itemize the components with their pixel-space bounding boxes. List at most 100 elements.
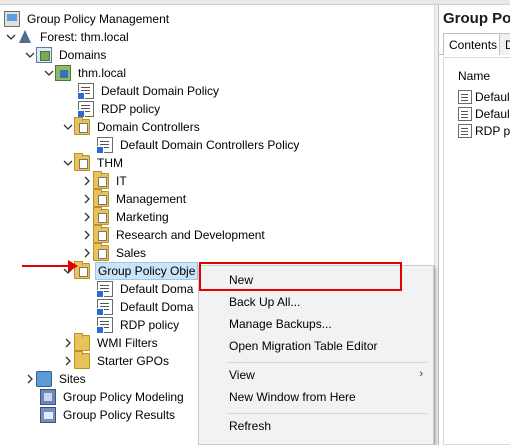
chevron-right-icon[interactable] xyxy=(81,244,93,262)
results-icon xyxy=(40,407,56,423)
menu-item-label: New xyxy=(229,273,254,287)
menu-item-refresh[interactable]: Refresh xyxy=(199,415,433,437)
tree-node-gpo[interactable]: Default Doma xyxy=(96,298,195,316)
tree-label: Default Doma xyxy=(120,282,194,296)
gpo-icon xyxy=(458,107,472,121)
gpo-icon xyxy=(458,124,472,138)
menu-item-view[interactable]: View › xyxy=(199,364,433,386)
column-header-name[interactable]: Name xyxy=(458,69,490,83)
domains-icon xyxy=(36,47,52,63)
menu-separator xyxy=(227,413,427,414)
tree-label: Default Domain Policy xyxy=(101,84,220,98)
tree-label: Forest: thm.local xyxy=(40,30,129,44)
tree-node-starter-gpos[interactable]: Starter GPOs xyxy=(62,351,171,370)
menu-item-backup-all[interactable]: Back Up All... xyxy=(199,291,433,313)
ou-folder-icon xyxy=(93,189,109,207)
ou-folder-icon xyxy=(93,243,109,261)
gpo-link-icon xyxy=(77,101,94,118)
ou-folder-icon xyxy=(93,207,109,225)
list-item[interactable]: Default xyxy=(458,88,510,106)
menu-item-manage-backups[interactable]: Manage Backups... xyxy=(199,313,433,335)
details-title: Group Polic xyxy=(443,10,510,27)
tree-node-wmi-filters[interactable]: WMI Filters xyxy=(62,333,160,352)
chevron-down-icon[interactable] xyxy=(62,118,74,136)
red-arrow-icon xyxy=(22,260,78,272)
menu-item-migration-editor[interactable]: Open Migration Table Editor xyxy=(199,335,433,357)
list-item[interactable]: Default xyxy=(458,105,510,123)
tree-label: Marketing xyxy=(116,210,169,224)
tree-node-domain-controllers[interactable]: Domain Controllers xyxy=(62,117,202,136)
tree-node-gpo-link[interactable]: Default Domain Policy xyxy=(77,82,221,100)
wmi-folder-icon xyxy=(74,333,90,351)
tree-node-gp-modeling[interactable]: Group Policy Modeling xyxy=(40,388,186,406)
tree-label: Domain Controllers xyxy=(97,120,200,134)
ou-folder-icon xyxy=(93,171,109,189)
chevron-down-icon[interactable] xyxy=(5,28,17,46)
details-tabs: Contents D xyxy=(439,33,510,55)
tab-delegation[interactable]: D xyxy=(499,33,510,55)
chevron-right-icon[interactable] xyxy=(81,172,93,190)
menu-item-label: New Window from Here xyxy=(229,390,356,404)
tree-node-gp-results[interactable]: Group Policy Results xyxy=(40,406,177,424)
tree-node-gpm-root[interactable]: Group Policy Management xyxy=(4,10,171,28)
chevron-right-icon[interactable] xyxy=(81,208,93,226)
context-menu: New Back Up All... Manage Backups... Ope… xyxy=(198,265,434,445)
menu-item-label: Open Migration Table Editor xyxy=(229,339,378,353)
tree-node-gpo[interactable]: Default Doma xyxy=(96,280,195,298)
tree-label: RDP policy xyxy=(101,102,161,116)
tree-node-ou[interactable]: Sales xyxy=(81,243,148,262)
tree-node-thm[interactable]: THM xyxy=(62,153,125,172)
tree-node-gpo[interactable]: RDP policy xyxy=(96,316,181,334)
contents-list[interactable]: Name Default Default RDP polic xyxy=(443,57,510,445)
list-item-label: Default xyxy=(475,90,510,104)
chevron-down-icon[interactable] xyxy=(62,154,74,172)
chevron-right-icon[interactable] xyxy=(62,334,74,352)
list-item-label: Default xyxy=(475,107,510,121)
menu-item-label: Manage Backups... xyxy=(229,317,332,331)
chevron-right-icon[interactable] xyxy=(81,226,93,244)
forest-icon xyxy=(17,29,33,45)
tree-label: Sites xyxy=(59,372,86,386)
ou-folder-icon xyxy=(74,153,90,171)
sites-icon xyxy=(36,371,52,387)
tree-node-sites[interactable]: Sites xyxy=(24,370,88,388)
tree-label: IT xyxy=(116,174,127,188)
tree-label: Management xyxy=(116,192,187,206)
ou-folder-icon xyxy=(74,117,90,135)
tree-label: THM xyxy=(97,156,123,170)
menu-item-new-window[interactable]: New Window from Here xyxy=(199,386,433,408)
chevron-right-icon[interactable] xyxy=(24,370,36,388)
tree-node-domain[interactable]: thm.local xyxy=(43,64,128,82)
tree-label: Group Policy Modeling xyxy=(63,390,184,404)
menu-item-label: Back Up All... xyxy=(229,295,301,309)
ou-folder-icon xyxy=(93,225,109,243)
tree-label: WMI Filters xyxy=(97,336,158,350)
tree-node-domains[interactable]: Domains xyxy=(24,46,108,64)
tree-node-ou[interactable]: Research and Development xyxy=(81,225,267,244)
tree-label: RDP policy xyxy=(120,318,180,332)
tree-node-forest[interactable]: Forest: thm.local xyxy=(5,28,131,46)
list-item[interactable]: RDP polic xyxy=(458,122,510,140)
tree-node-ou[interactable]: IT xyxy=(81,171,129,190)
tree-node-group-policy-objects[interactable]: Group Policy Obje xyxy=(62,261,199,280)
chevron-down-icon[interactable] xyxy=(43,64,55,82)
tree-label: Group Policy Management xyxy=(27,12,170,26)
chevron-down-icon[interactable] xyxy=(24,46,36,64)
menu-item-label: View xyxy=(229,368,255,382)
tree-node-gpo-link[interactable]: Default Domain Controllers Policy xyxy=(96,136,301,154)
gpo-icon xyxy=(96,281,113,298)
tree-label: Group Policy Obje xyxy=(95,262,199,280)
chevron-right-icon[interactable] xyxy=(62,352,74,370)
tree-label: Research and Development xyxy=(116,228,265,242)
gpm-icon xyxy=(4,11,20,27)
tree-label: Domains xyxy=(59,48,107,62)
starter-folder-icon xyxy=(74,351,90,369)
gpo-link-icon xyxy=(96,137,113,154)
menu-item-new[interactable]: New xyxy=(199,269,433,291)
tree-node-gpo-link[interactable]: RDP policy xyxy=(77,100,162,118)
chevron-right-icon[interactable] xyxy=(81,190,93,208)
tree-node-ou[interactable]: Management xyxy=(81,189,188,208)
tree-node-ou[interactable]: Marketing xyxy=(81,207,171,226)
tree-label: Starter GPOs xyxy=(97,354,170,368)
tab-contents[interactable]: Contents xyxy=(443,33,504,55)
